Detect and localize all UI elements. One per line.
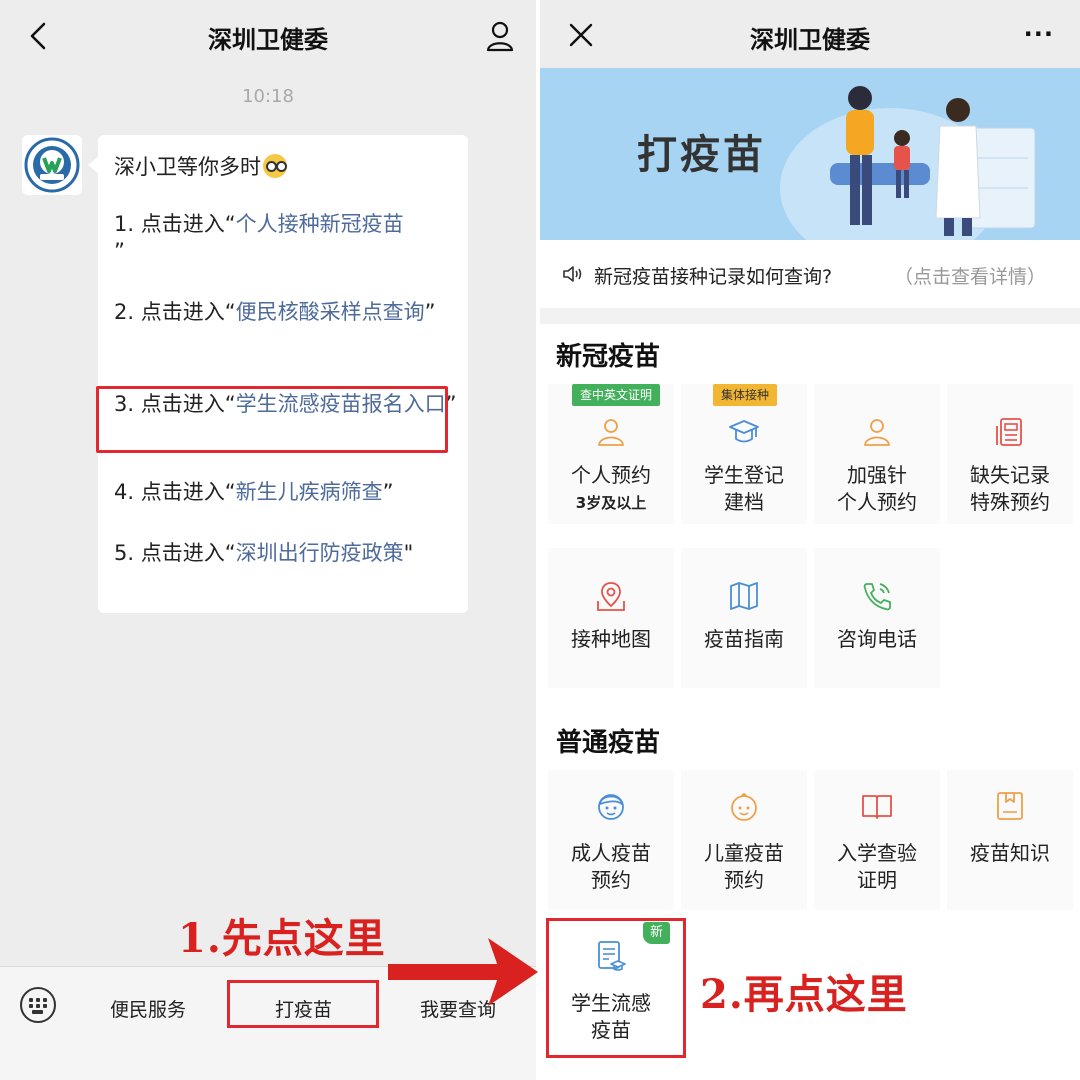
- tile-adult-vaccine[interactable]: 成人疫苗 预约: [548, 770, 674, 910]
- tile-sublabel: 特殊预约: [970, 490, 1050, 514]
- tile-sublabel: 3岁及以上: [575, 494, 647, 512]
- tile-school-certificate[interactable]: 入学查验 证明: [814, 770, 940, 910]
- red-arrow-icon: [388, 938, 538, 1006]
- highlight-box-vaccination-menu: [227, 980, 379, 1028]
- link-newborn-screening[interactable]: 新生儿疾病筛查: [236, 480, 383, 504]
- tile-sublabel: 证明: [857, 868, 897, 892]
- greeting-text: 深小卫等你多时: [114, 151, 287, 181]
- tag-group-vaccination: 集体接种: [713, 384, 778, 406]
- avatar[interactable]: [22, 135, 82, 195]
- tile-label: 疫苗知识: [970, 841, 1050, 865]
- tile-label: 学生登记: [704, 463, 784, 487]
- highlight-box-item3: [96, 386, 448, 453]
- tile-hotline[interactable]: 咨询电话: [814, 548, 940, 688]
- speaker-icon: [563, 266, 582, 282]
- section-divider: [540, 308, 1080, 324]
- chat-header: 深圳卫健委: [0, 0, 536, 72]
- szhc-logo-icon: [24, 137, 80, 193]
- tile-missing-record[interactable]: 缺失记录 特殊预约: [947, 384, 1073, 524]
- open-book-icon: [862, 795, 892, 819]
- list-item: 1. 点击进入“个人接种新冠疫苗”: [114, 212, 404, 263]
- notice-text: 新冠疫苗接种记录如何查询?: [594, 266, 833, 288]
- graduation-cap-icon: [729, 420, 759, 443]
- list-item: 5. 点击进入“深圳出行防疫政策": [114, 541, 414, 565]
- link-travel-policy[interactable]: 深圳出行防疫政策: [236, 541, 404, 565]
- tile-label: 加强针: [847, 463, 907, 487]
- tile-label: 疫苗指南: [704, 627, 784, 651]
- tile-booster-appointment[interactable]: 加强针 个人预约: [814, 384, 940, 524]
- tile-vaccine-guide[interactable]: 疫苗指南: [681, 548, 807, 688]
- vaccination-banner[interactable]: 打疫苗: [540, 68, 1080, 240]
- user-profile-icon[interactable]: [482, 18, 518, 54]
- map-book-icon: [730, 582, 758, 610]
- map-pin-icon: [597, 582, 625, 611]
- section-title-covid: 新冠疫苗: [556, 342, 661, 372]
- person-icon: [598, 419, 624, 446]
- message-timestamp: 10:18: [242, 86, 294, 107]
- tile-label: 缺失记录: [970, 463, 1050, 487]
- link-personal-covid-vaccine[interactable]: 个人接种新冠疫苗: [236, 212, 404, 236]
- baby-face-icon: [731, 793, 757, 821]
- tile-label: 个人预约: [571, 463, 651, 487]
- document-icon: [996, 418, 1022, 446]
- tag-certificate: 查中英文证明: [572, 384, 661, 406]
- mini-program-header: 深圳卫健委 ···: [540, 0, 1080, 68]
- notebook-icon: [997, 792, 1023, 820]
- section-title-regular: 普通疫苗: [556, 728, 661, 758]
- vaccination-illustration-icon: [780, 86, 1036, 240]
- menu-convenience-services[interactable]: 便民服务: [110, 995, 186, 1022]
- tile-vaccine-knowledge[interactable]: 疫苗知识: [947, 770, 1073, 910]
- chat-title: 深圳卫健委: [208, 26, 328, 54]
- tile-child-vaccine[interactable]: 儿童疫苗 预约: [681, 770, 807, 910]
- tile-label: 咨询电话: [837, 627, 917, 651]
- notice-bar[interactable]: 新冠疫苗接种记录如何查询? （点击查看详情）: [540, 240, 1080, 308]
- tile-label: 接种地图: [571, 627, 651, 651]
- phone-icon: [863, 583, 891, 611]
- tile-sublabel: 建档: [724, 490, 764, 514]
- more-options-button[interactable]: ···: [1024, 20, 1054, 48]
- list-item: 4. 点击进入“新生儿疾病筛查”: [114, 480, 394, 504]
- tile-vaccination-map[interactable]: 接种地图: [548, 548, 674, 688]
- tile-sublabel: 个人预约: [837, 490, 917, 514]
- message-bubble: 深小卫等你多时 1. 点击进入“个人接种新冠疫苗” 2. 点击进入“便民核酸采样…: [98, 135, 468, 613]
- adult-face-icon: [598, 794, 624, 820]
- highlight-box-student-flu-tile: [546, 918, 686, 1058]
- link-nucleic-acid-sites[interactable]: 便民核酸采样点查询: [236, 300, 425, 324]
- chat-panel: 深圳卫健委 10:18 深小卫等你多时 1. 点击进入“个人接种新冠疫苗” 2.…: [0, 0, 536, 1080]
- keyboard-icon[interactable]: [20, 987, 56, 1023]
- tile-sublabel: 预约: [591, 868, 631, 892]
- mini-program-title: 深圳卫健委: [750, 26, 870, 54]
- emoji-icon: [263, 154, 287, 178]
- tile-label: 儿童疫苗: [704, 841, 784, 865]
- tile-personal-appointment[interactable]: 查中英文证明 个人预约 3岁及以上: [548, 384, 674, 524]
- tile-sublabel: 预约: [724, 868, 764, 892]
- tile-label: 入学查验: [837, 841, 917, 865]
- step1-annotation: 1.先点这里: [178, 915, 386, 962]
- step2-annotation: 2.再点这里: [700, 971, 908, 1018]
- tile-label: 成人疫苗: [571, 841, 651, 865]
- person-icon: [864, 419, 890, 446]
- list-item: 2. 点击进入“便民核酸采样点查询”: [114, 300, 436, 324]
- notice-hint: （点击查看详情）: [894, 266, 1047, 288]
- tile-student-registration[interactable]: 集体接种 学生登记 建档: [681, 384, 807, 524]
